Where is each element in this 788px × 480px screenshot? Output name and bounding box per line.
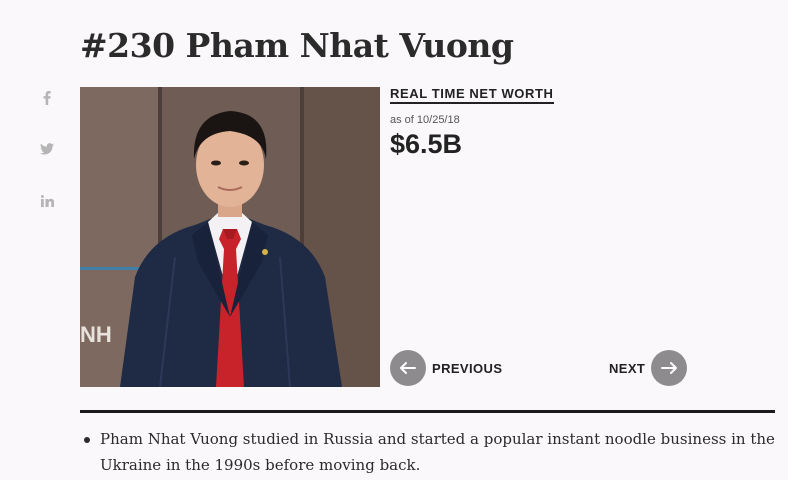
profile-photo: NH	[80, 87, 380, 387]
list-item: Pham Nhat Vuong studied in Russia and st…	[80, 426, 780, 478]
next-button[interactable]: NEXT	[609, 350, 688, 386]
net-worth-date: as of 10/25/18	[390, 114, 460, 126]
profile-title: #230 Pham Nhat Vuong	[80, 26, 514, 65]
linkedin-share-button[interactable]	[36, 191, 58, 211]
facts-list: Pham Nhat Vuong studied in Russia and st…	[80, 426, 780, 478]
net-worth-value: $6.5B	[390, 129, 463, 159]
net-worth-label: REAL TIME NET WORTH	[390, 86, 554, 104]
arrow-left-icon	[390, 350, 426, 386]
facebook-share-button[interactable]	[36, 88, 58, 108]
twitter-share-button[interactable]	[36, 139, 58, 159]
arrow-right-icon	[651, 350, 688, 386]
previous-label: PREVIOUS	[432, 360, 503, 376]
section-divider	[80, 410, 775, 413]
facebook-icon	[43, 91, 51, 105]
previous-button[interactable]: PREVIOUS	[390, 350, 502, 386]
photo-sign-text: NH	[80, 322, 112, 347]
linkedin-icon	[40, 195, 54, 207]
next-label: NEXT	[609, 360, 646, 376]
twitter-icon	[40, 143, 54, 155]
